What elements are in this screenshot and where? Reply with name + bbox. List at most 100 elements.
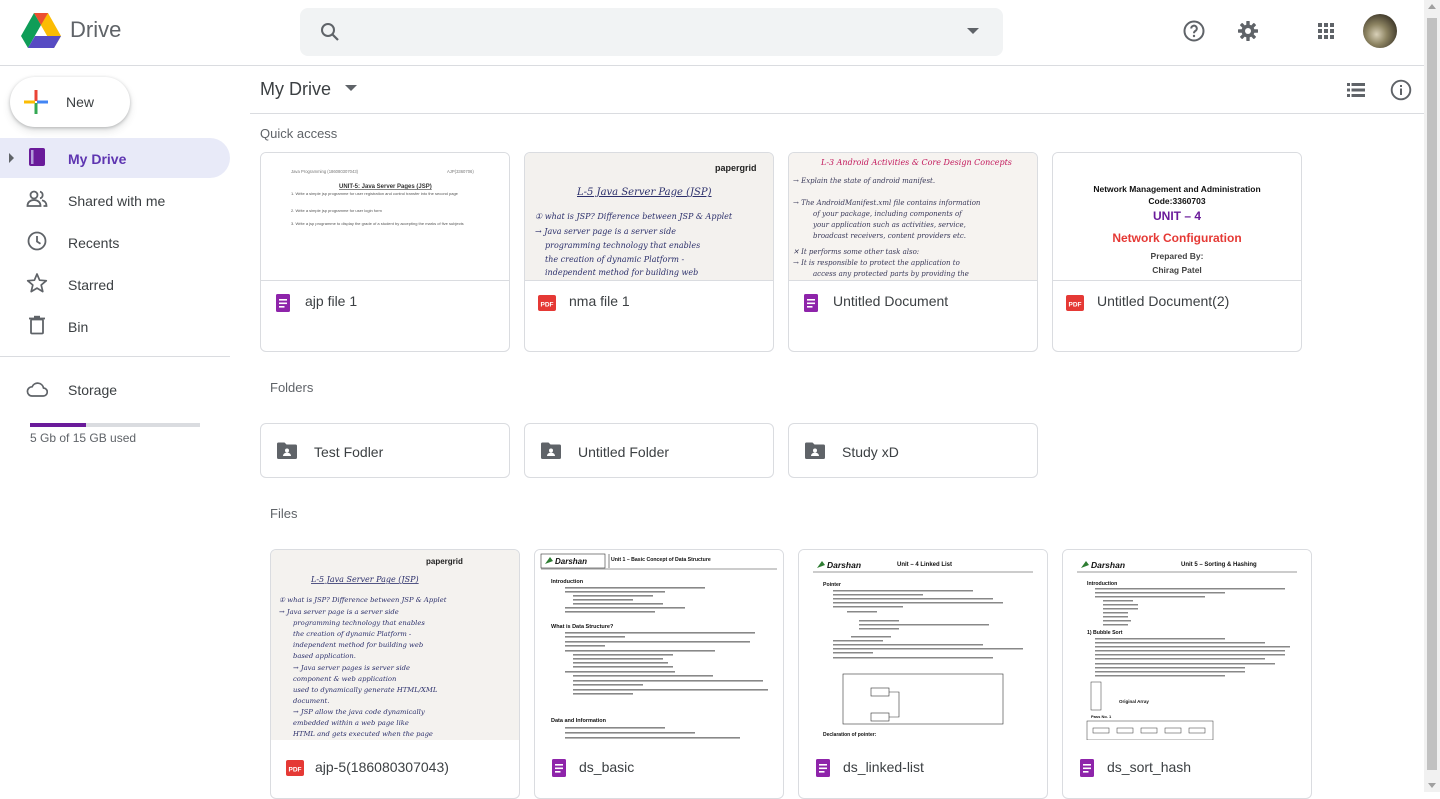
preview-text: Chirag Patel bbox=[1152, 265, 1202, 275]
file-preview: papergrid L-5 Java Server Page (JSP) ① w… bbox=[525, 153, 773, 281]
search-bar[interactable] bbox=[300, 8, 1003, 56]
preview-text: → Explain the state of android manifest. bbox=[793, 177, 935, 185]
quick-access-heading: Quick access bbox=[260, 126, 338, 141]
folder-item[interactable]: Test Fodler bbox=[260, 423, 510, 478]
main-header: My Drive bbox=[250, 66, 1424, 114]
preview-text: AJP(3360706) bbox=[447, 169, 474, 174]
sidebar-item-storage[interactable]: Storage bbox=[0, 369, 230, 409]
scroll-up-icon[interactable] bbox=[1428, 4, 1436, 9]
file-name: ajp file 1 bbox=[305, 293, 358, 309]
shared-folder-icon bbox=[805, 442, 825, 459]
help-icon[interactable] bbox=[1182, 19, 1206, 43]
search-options-icon[interactable] bbox=[967, 28, 979, 34]
preview-text: → Java server page is a server side bbox=[535, 227, 676, 236]
drive-logo-icon[interactable] bbox=[20, 12, 62, 50]
quick-access-card[interactable]: papergrid L-5 Java Server Page (JSP) ① w… bbox=[524, 152, 774, 352]
expand-arrow-icon[interactable] bbox=[9, 153, 14, 163]
preview-text: → JSP allow the java code dynamically bbox=[293, 708, 425, 716]
page-title[interactable]: My Drive bbox=[260, 79, 331, 100]
apps-grid-icon[interactable] bbox=[1314, 19, 1338, 43]
preview-text: broadcast receivers, content providers e… bbox=[813, 232, 966, 240]
top-bar: Drive bbox=[0, 0, 1424, 66]
storage-usage-text: 5 Gb of 15 GB used bbox=[30, 431, 137, 445]
preview-text: Darshan bbox=[827, 560, 861, 570]
pdf-icon: PDF bbox=[538, 295, 556, 311]
folder-item[interactable]: Study xD bbox=[788, 423, 1038, 478]
folder-item[interactable]: Untitled Folder bbox=[524, 423, 774, 478]
shared-folder-icon bbox=[277, 442, 297, 459]
preview-text: What is Data Structure? bbox=[551, 624, 614, 630]
info-icon[interactable] bbox=[1389, 78, 1413, 102]
scroll-down-icon[interactable] bbox=[1428, 783, 1436, 788]
file-preview: Darshan Unit 1 – Basic Concept of Data S… bbox=[535, 550, 783, 740]
preview-text: independent method for building web bbox=[545, 268, 698, 277]
google-doc-icon bbox=[804, 294, 818, 312]
sidebar-item-label: Recents bbox=[68, 235, 120, 251]
sidebar-item-starred[interactable]: Starred bbox=[0, 264, 230, 304]
cloud-icon bbox=[26, 382, 48, 397]
preview-text: ✕ It performs some other task also: bbox=[793, 248, 919, 256]
sidebar-item-recents[interactable]: Recents bbox=[0, 222, 230, 262]
preview-text: L-3 Android Activities & Core Design Con… bbox=[820, 158, 1012, 167]
preview-text: Pointer bbox=[823, 582, 841, 588]
preview-text: Pass No. 1 bbox=[1091, 714, 1112, 719]
preview-text: → Java server pages is server side bbox=[293, 664, 410, 672]
preview-text: programming technology that enables bbox=[545, 241, 700, 250]
file-preview: Darshan Unit – 4 Linked List Pointer Dec… bbox=[799, 550, 1047, 740]
file-name: Untitled Document(2) bbox=[1097, 293, 1230, 309]
file-name: ajp-5(186080307043) bbox=[315, 759, 449, 775]
shared-folder-icon bbox=[541, 442, 561, 459]
file-preview: papergrid L-5 Java Server Page (JSP) ① w… bbox=[271, 550, 519, 740]
list-view-icon[interactable] bbox=[1344, 78, 1368, 102]
preview-text: used to dynamically generate HTML/XML bbox=[293, 686, 438, 694]
preview-text: Data and Information bbox=[551, 718, 607, 724]
app-brand[interactable]: Drive bbox=[70, 17, 121, 43]
google-doc-icon bbox=[552, 759, 566, 777]
settings-gear-icon[interactable] bbox=[1236, 19, 1260, 43]
preview-text: Declaration of pointer: bbox=[823, 732, 877, 738]
preview-text: Unit – 4 Linked List bbox=[897, 562, 952, 568]
preview-text: UNIT – 4 bbox=[1153, 209, 1201, 223]
search-input[interactable] bbox=[360, 18, 940, 46]
preview-text: programming technology that enables bbox=[293, 619, 425, 627]
folder-name: Study xD bbox=[842, 444, 899, 460]
preview-text: the creation of dynamic Platform - bbox=[293, 630, 412, 638]
svg-text:PDF: PDF bbox=[289, 767, 302, 774]
preview-text: based application. bbox=[293, 652, 356, 660]
pdf-icon: PDF bbox=[1066, 295, 1084, 311]
new-button[interactable]: New bbox=[10, 77, 130, 127]
star-icon bbox=[26, 273, 48, 293]
file-card[interactable]: papergrid L-5 Java Server Page (JSP) ① w… bbox=[270, 549, 520, 799]
search-icon[interactable] bbox=[318, 20, 342, 44]
people-icon bbox=[26, 190, 48, 207]
file-card[interactable]: Darshan Unit 5 – Sorting & Hashing Intro… bbox=[1062, 549, 1312, 799]
file-card[interactable]: Darshan Unit 1 – Basic Concept of Data S… bbox=[534, 549, 784, 799]
preview-text: 1. Write a simple jsp programme for user… bbox=[291, 191, 459, 196]
sidebar-item-label: Shared with me bbox=[68, 193, 166, 209]
sidebar-item-my-drive[interactable]: My Drive bbox=[0, 138, 230, 178]
clock-icon bbox=[27, 231, 47, 251]
preview-text: → Java server page is a server side bbox=[279, 608, 399, 616]
preview-text: Original Array bbox=[1119, 699, 1149, 704]
quick-access-card[interactable]: Java Programming (186080307043) AJP(3360… bbox=[260, 152, 510, 352]
file-preview: Network Management and Administration Co… bbox=[1053, 153, 1301, 281]
page-scrollbar[interactable] bbox=[1424, 0, 1440, 792]
account-avatar[interactable] bbox=[1363, 14, 1397, 48]
file-name: ds_linked-list bbox=[843, 759, 924, 775]
my-drive-icon bbox=[29, 148, 45, 166]
sidebar-item-shared[interactable]: Shared with me bbox=[0, 180, 230, 220]
sidebar-item-bin[interactable]: Bin bbox=[0, 306, 230, 346]
folders-heading: Folders bbox=[270, 380, 314, 395]
preview-text: Prepared By: bbox=[1151, 251, 1204, 261]
quick-access-card[interactable]: L-3 Android Activities & Core Design Con… bbox=[788, 152, 1038, 352]
chevron-down-icon[interactable] bbox=[345, 85, 357, 91]
preview-text: Network Management and Administration bbox=[1093, 184, 1260, 194]
google-doc-icon bbox=[816, 759, 830, 777]
quick-access-card[interactable]: Network Management and Administration Co… bbox=[1052, 152, 1302, 352]
scrollbar-thumb[interactable] bbox=[1427, 18, 1437, 770]
file-card[interactable]: Darshan Unit – 4 Linked List Pointer Dec… bbox=[798, 549, 1048, 799]
preview-text: Network Configuration bbox=[1112, 231, 1241, 245]
preview-text: Introduction bbox=[1087, 581, 1117, 587]
google-doc-icon bbox=[276, 294, 290, 312]
preview-text: Unit 5 – Sorting & Hashing bbox=[1181, 562, 1257, 568]
